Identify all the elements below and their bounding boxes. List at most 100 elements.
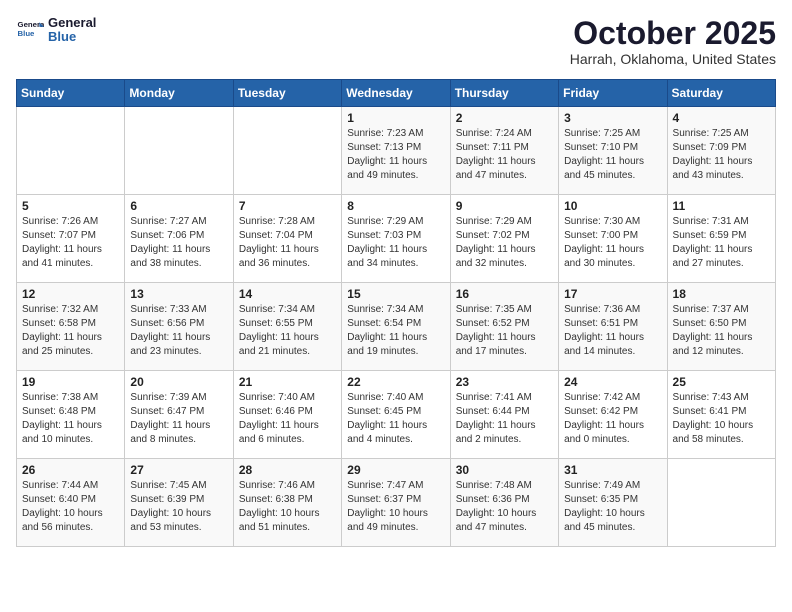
day-number: 29 bbox=[347, 463, 444, 477]
day-info: Sunrise: 7:25 AMSunset: 7:10 PMDaylight:… bbox=[564, 127, 661, 183]
day-info: Sunrise: 7:47 AMSunset: 6:37 PMDaylight:… bbox=[347, 479, 444, 535]
weekday-header-thursday: Thursday bbox=[450, 80, 558, 107]
day-number: 27 bbox=[130, 463, 227, 477]
weekday-header-sunday: Sunday bbox=[17, 80, 125, 107]
day-number: 7 bbox=[239, 199, 336, 213]
logo-general: General bbox=[48, 16, 96, 30]
day-info: Sunrise: 7:29 AMSunset: 7:02 PMDaylight:… bbox=[456, 215, 553, 271]
day-info: Sunrise: 7:32 AMSunset: 6:58 PMDaylight:… bbox=[22, 303, 119, 359]
calendar-cell: 7 Sunrise: 7:28 AMSunset: 7:04 PMDaylight… bbox=[233, 195, 341, 283]
calendar-week-2: 5Sunrise: 7:26 AMSunset: 7:07 PMDaylight… bbox=[17, 195, 776, 283]
calendar-cell: 26Sunrise: 7:44 AMSunset: 6:40 PMDayligh… bbox=[17, 459, 125, 547]
day-info: Sunrise: 7:46 AMSunset: 6:38 PMDaylight:… bbox=[239, 479, 336, 535]
weekday-header-row: SundayMondayTuesdayWednesdayThursdayFrid… bbox=[17, 80, 776, 107]
location-subtitle: Harrah, Oklahoma, United States bbox=[570, 51, 776, 67]
weekday-header-monday: Monday bbox=[125, 80, 233, 107]
day-info: Sunrise: 7:48 AMSunset: 6:36 PMDaylight:… bbox=[456, 479, 553, 535]
calendar-cell: 6Sunrise: 7:27 AMSunset: 7:06 PMDaylight… bbox=[125, 195, 233, 283]
day-info: Sunrise: 7:42 AMSunset: 6:42 PMDaylight:… bbox=[564, 391, 661, 447]
day-number: 11 bbox=[673, 199, 770, 213]
calendar-cell: 20 Sunrise: 7:39 AMSunset: 6:47 PMDayligh… bbox=[125, 371, 233, 459]
calendar-cell: 29 Sunrise: 7:47 AMSunset: 6:37 PMDayligh… bbox=[342, 459, 450, 547]
day-number: 9 bbox=[456, 199, 553, 213]
calendar-cell: 23 Sunrise: 7:41 AMSunset: 6:44 PMDayligh… bbox=[450, 371, 558, 459]
calendar-cell: 11Sunrise: 7:31 AMSunset: 6:59 PMDayligh… bbox=[667, 195, 775, 283]
calendar-week-5: 26Sunrise: 7:44 AMSunset: 6:40 PMDayligh… bbox=[17, 459, 776, 547]
day-number: 30 bbox=[456, 463, 553, 477]
day-number: 25 bbox=[673, 375, 770, 389]
calendar-cell: 22 Sunrise: 7:40 AMSunset: 6:45 PMDayligh… bbox=[342, 371, 450, 459]
day-number: 3 bbox=[564, 111, 661, 125]
calendar-cell bbox=[233, 107, 341, 195]
weekday-header-wednesday: Wednesday bbox=[342, 80, 450, 107]
day-info: Sunrise: 7:41 AMSunset: 6:44 PMDaylight:… bbox=[456, 391, 553, 447]
calendar-cell bbox=[17, 107, 125, 195]
weekday-header-tuesday: Tuesday bbox=[233, 80, 341, 107]
calendar-cell: 12 Sunrise: 7:32 AMSunset: 6:58 PMDayligh… bbox=[17, 283, 125, 371]
calendar-table: SundayMondayTuesdayWednesdayThursdayFrid… bbox=[16, 79, 776, 547]
day-number: 17 bbox=[564, 287, 661, 301]
calendar-cell: 15 Sunrise: 7:34 AMSunset: 6:54 PMDayligh… bbox=[342, 283, 450, 371]
day-number: 4 bbox=[673, 111, 770, 125]
calendar-cell: 9 Sunrise: 7:29 AMSunset: 7:02 PMDaylight… bbox=[450, 195, 558, 283]
calendar-cell: 1 Sunrise: 7:23 AMSunset: 7:13 PMDaylight… bbox=[342, 107, 450, 195]
calendar-week-4: 19Sunrise: 7:38 AMSunset: 6:48 PMDayligh… bbox=[17, 371, 776, 459]
day-info: Sunrise: 7:30 AMSunset: 7:00 PMDaylight:… bbox=[564, 215, 661, 271]
calendar-cell: 19Sunrise: 7:38 AMSunset: 6:48 PMDayligh… bbox=[17, 371, 125, 459]
weekday-header-friday: Friday bbox=[559, 80, 667, 107]
calendar-cell: 14 Sunrise: 7:34 AMSunset: 6:55 PMDayligh… bbox=[233, 283, 341, 371]
day-number: 21 bbox=[239, 375, 336, 389]
day-info: Sunrise: 7:29 AMSunset: 7:03 PMDaylight:… bbox=[347, 215, 444, 271]
calendar-cell: 5Sunrise: 7:26 AMSunset: 7:07 PMDaylight… bbox=[17, 195, 125, 283]
day-number: 15 bbox=[347, 287, 444, 301]
calendar-cell: 24Sunrise: 7:42 AMSunset: 6:42 PMDayligh… bbox=[559, 371, 667, 459]
day-info: Sunrise: 7:38 AMSunset: 6:48 PMDaylight:… bbox=[22, 391, 119, 447]
day-info: Sunrise: 7:28 AMSunset: 7:04 PMDaylight:… bbox=[239, 215, 336, 271]
day-info: Sunrise: 7:24 AMSunset: 7:11 PMDaylight:… bbox=[456, 127, 553, 183]
calendar-cell: 13 Sunrise: 7:33 AMSunset: 6:56 PMDayligh… bbox=[125, 283, 233, 371]
day-number: 1 bbox=[347, 111, 444, 125]
calendar-cell: 30 Sunrise: 7:48 AMSunset: 6:36 PMDayligh… bbox=[450, 459, 558, 547]
day-info: Sunrise: 7:34 AMSunset: 6:54 PMDaylight:… bbox=[347, 303, 444, 359]
calendar-week-1: 1 Sunrise: 7:23 AMSunset: 7:13 PMDaylight… bbox=[17, 107, 776, 195]
calendar-week-3: 12 Sunrise: 7:32 AMSunset: 6:58 PMDayligh… bbox=[17, 283, 776, 371]
day-number: 26 bbox=[22, 463, 119, 477]
calendar-cell: 17Sunrise: 7:36 AMSunset: 6:51 PMDayligh… bbox=[559, 283, 667, 371]
calendar-cell: 31 Sunrise: 7:49 AMSunset: 6:35 PMDayligh… bbox=[559, 459, 667, 547]
day-info: Sunrise: 7:49 AMSunset: 6:35 PMDaylight:… bbox=[564, 479, 661, 535]
day-number: 22 bbox=[347, 375, 444, 389]
day-number: 18 bbox=[673, 287, 770, 301]
calendar-cell: 21Sunrise: 7:40 AMSunset: 6:46 PMDayligh… bbox=[233, 371, 341, 459]
day-info: Sunrise: 7:34 AMSunset: 6:55 PMDaylight:… bbox=[239, 303, 336, 359]
weekday-header-saturday: Saturday bbox=[667, 80, 775, 107]
month-title: October 2025 bbox=[570, 16, 776, 51]
calendar-cell: 3 Sunrise: 7:25 AMSunset: 7:10 PMDaylight… bbox=[559, 107, 667, 195]
calendar-cell bbox=[667, 459, 775, 547]
day-info: Sunrise: 7:23 AMSunset: 7:13 PMDaylight:… bbox=[347, 127, 444, 183]
day-info: Sunrise: 7:27 AMSunset: 7:06 PMDaylight:… bbox=[130, 215, 227, 271]
day-number: 13 bbox=[130, 287, 227, 301]
title-block: October 2025 Harrah, Oklahoma, United St… bbox=[570, 16, 776, 67]
day-number: 14 bbox=[239, 287, 336, 301]
day-info: Sunrise: 7:33 AMSunset: 6:56 PMDaylight:… bbox=[130, 303, 227, 359]
calendar-cell: 4Sunrise: 7:25 AMSunset: 7:09 PMDaylight… bbox=[667, 107, 775, 195]
day-number: 23 bbox=[456, 375, 553, 389]
day-number: 28 bbox=[239, 463, 336, 477]
day-number: 12 bbox=[22, 287, 119, 301]
calendar-cell: 16Sunrise: 7:35 AMSunset: 6:52 PMDayligh… bbox=[450, 283, 558, 371]
day-number: 5 bbox=[22, 199, 119, 213]
day-info: Sunrise: 7:35 AMSunset: 6:52 PMDaylight:… bbox=[456, 303, 553, 359]
day-info: Sunrise: 7:39 AMSunset: 6:47 PMDaylight:… bbox=[130, 391, 227, 447]
logo: General Blue General Blue bbox=[16, 16, 96, 45]
calendar-cell bbox=[125, 107, 233, 195]
logo-text: General Blue bbox=[48, 16, 96, 45]
day-number: 31 bbox=[564, 463, 661, 477]
calendar-cell: 27Sunrise: 7:45 AMSunset: 6:39 PMDayligh… bbox=[125, 459, 233, 547]
calendar-cell: 25Sunrise: 7:43 AMSunset: 6:41 PMDayligh… bbox=[667, 371, 775, 459]
calendar-cell: 28 Sunrise: 7:46 AMSunset: 6:38 PMDayligh… bbox=[233, 459, 341, 547]
page-header: General Blue General Blue October 2025 H… bbox=[16, 16, 776, 67]
day-number: 20 bbox=[130, 375, 227, 389]
svg-text:Blue: Blue bbox=[18, 30, 36, 39]
day-number: 2 bbox=[456, 111, 553, 125]
day-info: Sunrise: 7:40 AMSunset: 6:45 PMDaylight:… bbox=[347, 391, 444, 447]
